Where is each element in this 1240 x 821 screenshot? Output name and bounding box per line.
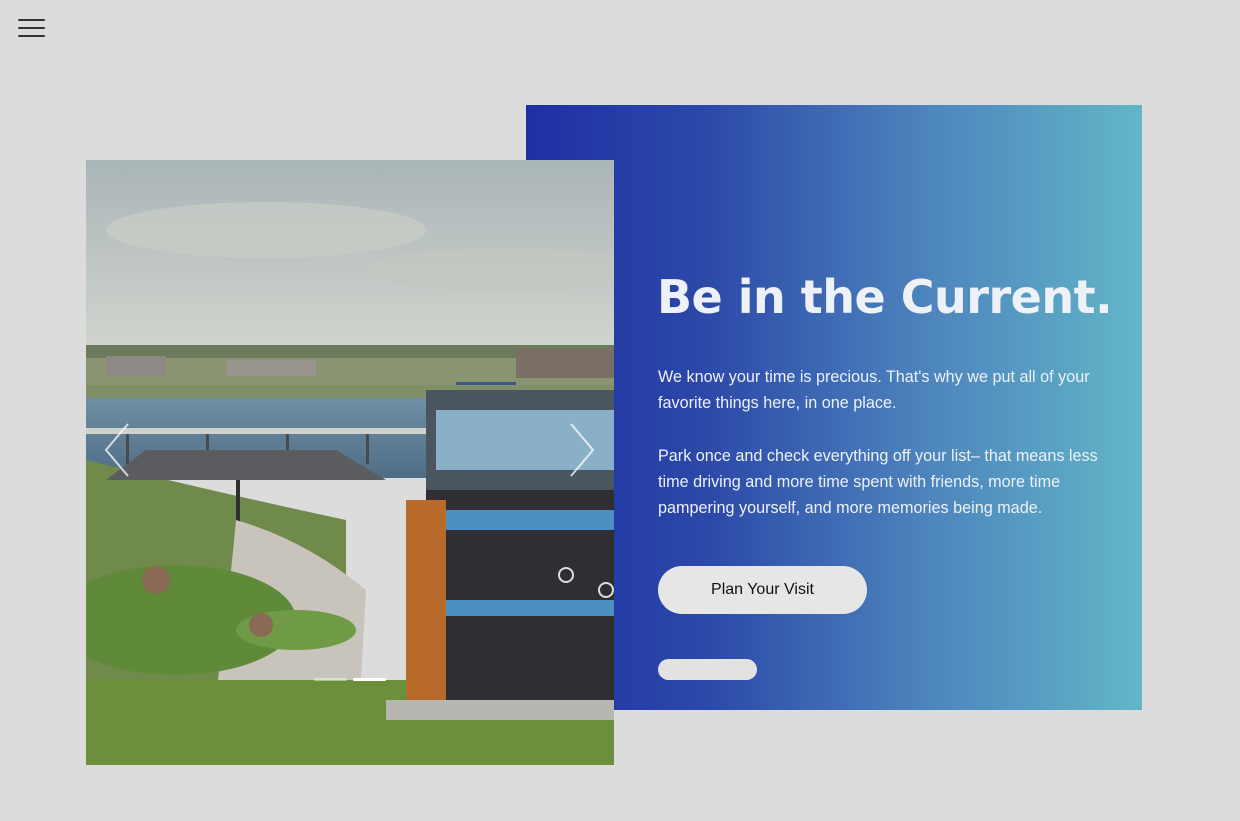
chevron-left-icon[interactable] [100, 420, 134, 480]
decorative-pill [658, 659, 757, 680]
plan-your-visit-button[interactable]: Plan Your Visit [658, 566, 867, 614]
carousel-dot-1[interactable] [314, 678, 347, 681]
hero-paragraph-1: We know your time is precious. That's wh… [658, 368, 1090, 412]
carousel-photo [86, 160, 614, 765]
hamburger-menu-icon[interactable] [18, 16, 46, 40]
hero-paragraph-2: Park once and check everything off your … [658, 447, 1098, 517]
waterfront-park-photo [86, 160, 614, 765]
chevron-right-icon[interactable] [565, 420, 599, 480]
carousel-dot-2-active[interactable] [353, 678, 386, 681]
hero-title: Be in the Current. [657, 270, 1113, 324]
